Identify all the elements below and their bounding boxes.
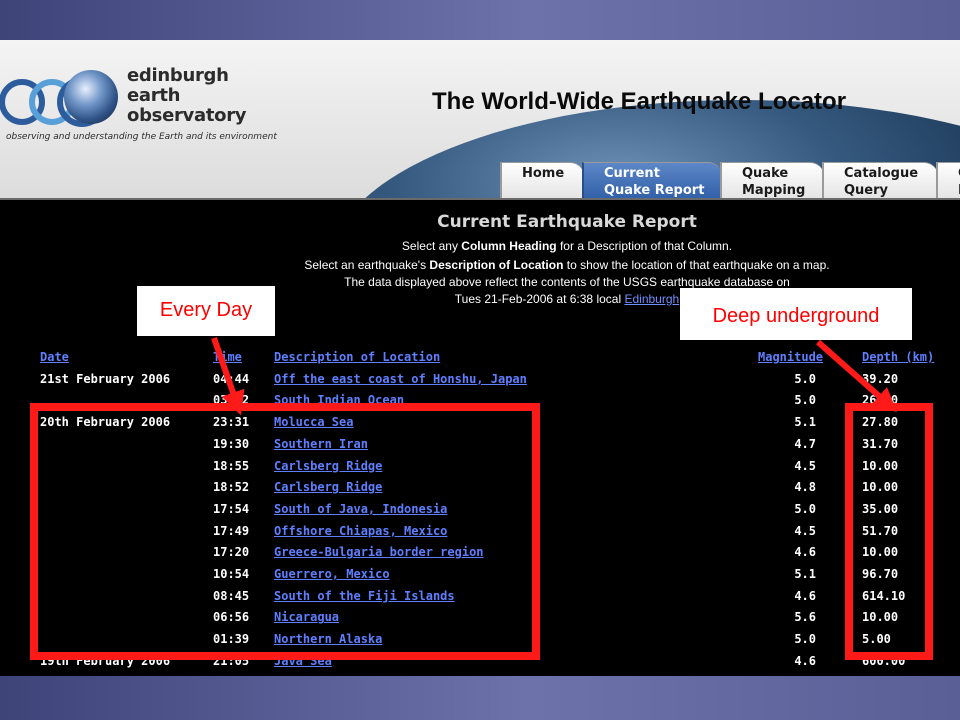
logo-globe-icon — [64, 70, 118, 124]
table-row: 21st February 2006 04:44 Off the east coas… — [40, 372, 960, 393]
main-navigation-tabs: Home Current Quake Report Quake Mapping … — [500, 162, 960, 200]
quake-magnitude: 4.8 — [794, 480, 816, 495]
report-title: Current Earthquake Report — [437, 212, 697, 232]
column-header-location[interactable]: Description of Location — [274, 350, 440, 364]
logo-word-earth: earth — [127, 85, 181, 106]
quake-magnitude: 5.0 — [794, 501, 816, 516]
quake-date: 21st February 2006 — [40, 371, 171, 386]
tab-cut-off[interactable]: C I — [936, 162, 960, 200]
tab-home[interactable]: Home — [500, 162, 584, 200]
deep-underground-highlight-box — [845, 403, 933, 660]
logo-tagline: observing and understanding the Earth an… — [6, 132, 277, 142]
column-header-magnitude[interactable]: Magnitude — [758, 350, 823, 364]
quake-magnitude: 4.6 — [794, 545, 816, 560]
logo-word-edinburgh: edinburgh — [127, 65, 229, 86]
quake-magnitude: 4.5 — [794, 458, 816, 473]
intro-line-2: Select an earthquake's Description of Lo… — [304, 258, 830, 272]
quake-magnitude: 4.6 — [794, 653, 816, 668]
tab-current-quake-report[interactable]: Current Quake Report — [582, 162, 722, 200]
site-header-banner: edinburgh earth observatory observing an… — [0, 40, 960, 200]
slide-background-bottom — [0, 676, 960, 720]
quake-magnitude: 4.6 — [794, 588, 816, 603]
quake-magnitude: 4.7 — [794, 436, 816, 451]
logo-word-observatory: observatory — [127, 105, 247, 126]
quake-magnitude: 5.0 — [794, 393, 816, 408]
intro-line-1: Select any Column Heading for a Descript… — [401, 239, 733, 253]
column-header-time[interactable]: Time — [213, 350, 242, 364]
quake-magnitude: 4.5 — [794, 523, 816, 538]
quake-time: 04:44 — [213, 371, 250, 386]
slide-background-top — [0, 0, 960, 40]
quake-magnitude: 5.1 — [794, 567, 816, 581]
quake-magnitude: 5.6 — [794, 610, 816, 625]
column-header-depth[interactable]: Depth (km) — [862, 350, 934, 364]
quake-magnitude: 5.0 — [794, 371, 816, 386]
quake-location-link[interactable]: Off the east coast of Honshu, Japan — [274, 372, 527, 386]
every-day-callout: Every Day — [137, 286, 275, 336]
quake-magnitude: 5.1 — [794, 415, 816, 430]
deep-underground-callout: Deep underground — [680, 288, 912, 340]
every-day-highlight-box — [30, 403, 540, 660]
column-header-date[interactable]: Date — [40, 350, 69, 364]
quake-depth: 39.20 — [862, 371, 899, 386]
table-header-row: Date Time Description of Location Magnit… — [40, 350, 960, 371]
quake-magnitude: 5.0 — [794, 632, 816, 647]
site-title: The World-Wide Earthquake Locator — [432, 88, 847, 115]
edinburgh-time-link[interactable]: Edinburgh — [624, 292, 679, 306]
tab-quake-mapping[interactable]: Quake Mapping — [720, 162, 824, 200]
banner-divider — [0, 198, 960, 200]
tab-catalogue-query[interactable]: Catalogue Query — [822, 162, 938, 200]
